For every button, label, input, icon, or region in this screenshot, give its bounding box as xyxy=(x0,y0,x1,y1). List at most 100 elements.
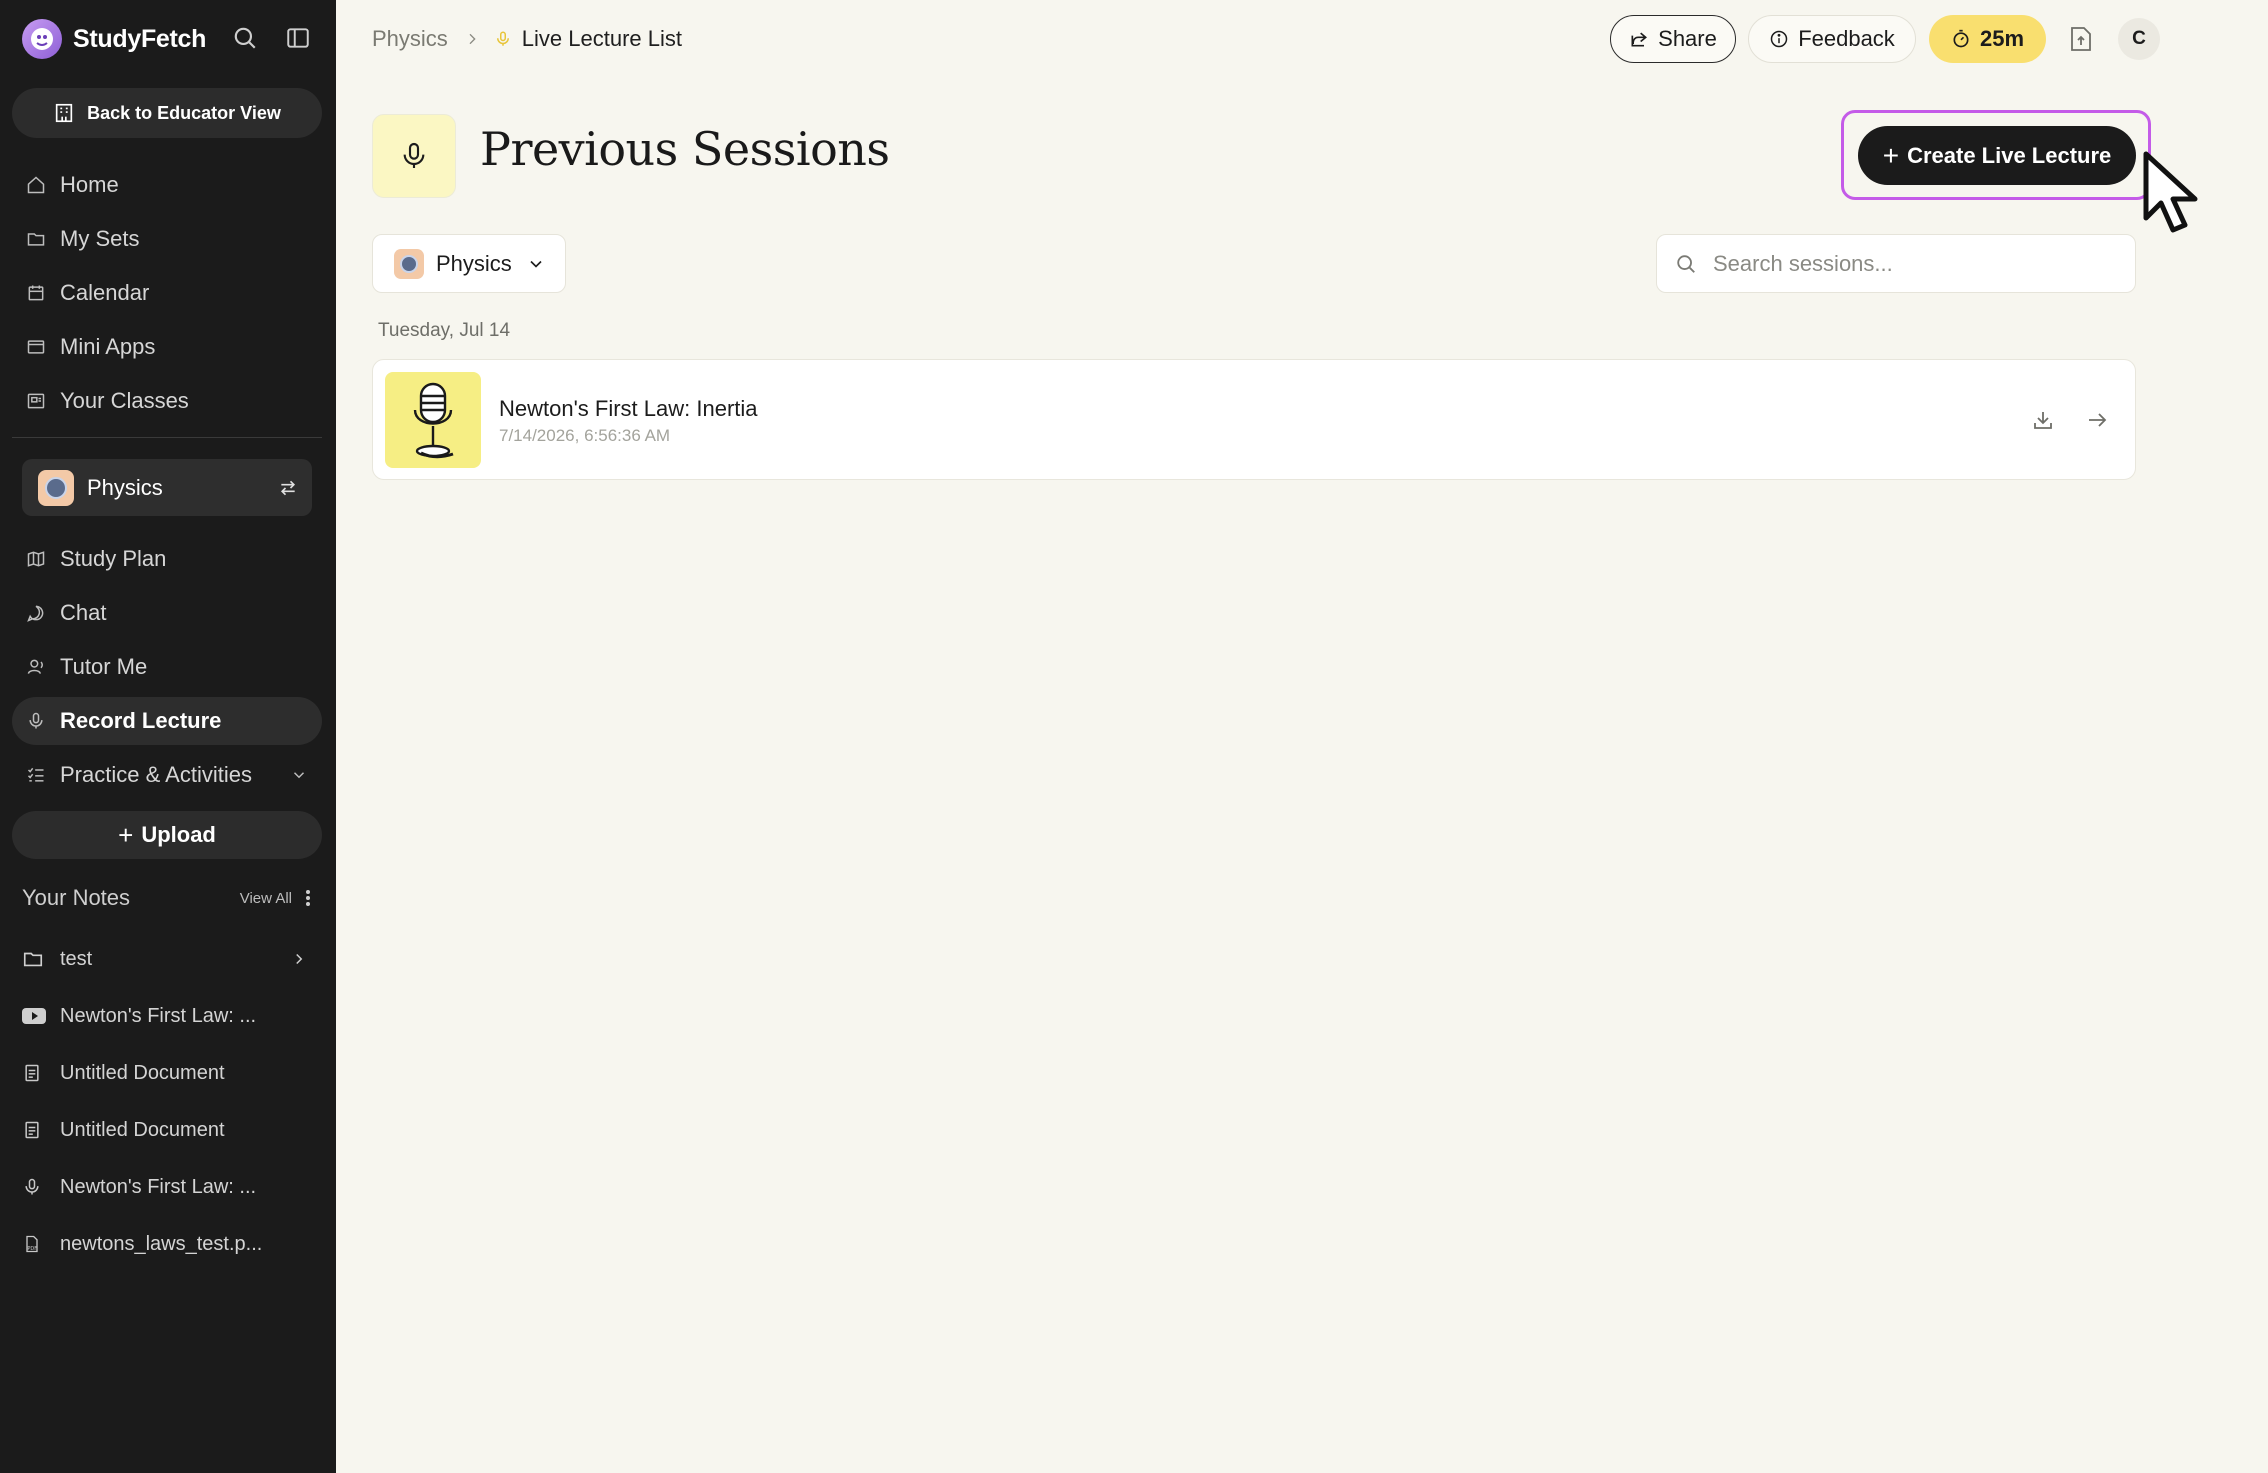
share-label: Share xyxy=(1658,26,1717,51)
note-folder-test[interactable]: test xyxy=(22,937,312,981)
map-icon xyxy=(24,547,48,571)
nav-item-chat[interactable]: Chat xyxy=(12,589,322,637)
chevron-right-icon[interactable] xyxy=(290,950,308,968)
note-item[interactable]: Untitled Document xyxy=(22,1108,312,1152)
plus-icon: + xyxy=(1882,139,1900,171)
classes-icon xyxy=(24,389,48,413)
note-item[interactable]: Untitled Document xyxy=(22,1051,312,1095)
sidebar-toggle-icon[interactable] xyxy=(282,22,314,54)
session-title: Newton's First Law: Inertia xyxy=(499,396,758,421)
note-item[interactable]: Newton's First Law: ... xyxy=(22,994,312,1038)
tutor-icon xyxy=(24,655,48,679)
microphone-thumbnail-icon xyxy=(385,372,481,468)
nav-item-my-sets[interactable]: My Sets xyxy=(12,215,322,263)
note-item[interactable]: Newton's First Law: ... xyxy=(22,1165,312,1209)
more-vertical-icon[interactable] xyxy=(304,888,312,908)
chat-icon xyxy=(24,601,48,625)
brand[interactable]: StudyFetch xyxy=(22,18,206,60)
nav-label: Calendar xyxy=(60,280,150,305)
note-item[interactable]: PDF newtons_laws_test.p... xyxy=(22,1222,312,1266)
nav-label: Mini Apps xyxy=(60,334,156,359)
folder-icon xyxy=(24,227,48,251)
session-card[interactable]: Newton's First Law: Inertia 7/14/2026, 6… xyxy=(372,359,2136,480)
mic-icon xyxy=(22,1175,48,1199)
page-title: Previous Sessions xyxy=(480,122,890,176)
nav-item-mini-apps[interactable]: Mini Apps xyxy=(12,323,322,371)
mic-icon xyxy=(494,28,512,50)
current-class-switcher[interactable]: Physics xyxy=(22,459,312,516)
user-avatar[interactable]: C xyxy=(2118,18,2160,60)
session-group-date: Tuesday, Jul 14 xyxy=(378,320,511,341)
nav-label: Chat xyxy=(60,600,107,625)
class-avatar xyxy=(394,248,424,279)
nav-item-practice-activities[interactable]: Practice & Activities xyxy=(12,751,322,799)
feedback-button[interactable]: Feedback xyxy=(1748,15,1916,63)
breadcrumb-current: Live Lecture List xyxy=(494,26,682,52)
download-icon[interactable] xyxy=(2027,404,2059,436)
document-icon xyxy=(22,1061,48,1085)
session-timestamp: 7/14/2026, 6:56:36 AM xyxy=(499,426,671,445)
note-label: test xyxy=(60,947,93,970)
class-filter-value: Physics xyxy=(436,250,512,276)
breadcrumb-current-label: Live Lecture List xyxy=(521,26,682,51)
chevron-down-icon xyxy=(526,254,546,274)
folder-icon xyxy=(22,947,48,971)
notes-view-all-link[interactable]: View All xyxy=(240,890,292,907)
share-button[interactable]: Share xyxy=(1610,15,1736,63)
note-label: Newton's First Law: ... xyxy=(60,1175,257,1198)
nav-item-tutor-me[interactable]: Tutor Me xyxy=(12,643,322,691)
nav-label: Study Plan xyxy=(60,546,167,571)
calendar-icon xyxy=(24,281,48,305)
educator-button-label: Back to Educator View xyxy=(87,102,281,123)
nav-label: Home xyxy=(60,172,119,197)
search-sessions-input[interactable] xyxy=(1711,249,2115,278)
search-icon[interactable] xyxy=(229,22,261,54)
nav-item-record-lecture[interactable]: Record Lecture xyxy=(12,697,322,745)
study-timer-button[interactable]: 25m xyxy=(1929,15,2046,63)
page-icon xyxy=(372,114,456,198)
search-sessions xyxy=(1656,234,2136,293)
mic-icon xyxy=(24,709,48,733)
nav-label: Practice & Activities xyxy=(60,762,252,787)
nav-item-your-classes[interactable]: Your Classes xyxy=(12,377,322,425)
chevron-down-icon[interactable] xyxy=(290,766,308,784)
search-icon xyxy=(1675,253,1697,275)
upload-button[interactable]: + Upload xyxy=(12,811,322,859)
sidebar: StudyFetch Back to Educator View Home My… xyxy=(0,0,336,1473)
create-live-lecture-label: Create Live Lecture xyxy=(1907,142,2112,168)
document-icon xyxy=(22,1118,48,1142)
create-live-lecture-button[interactable]: + Create Live Lecture xyxy=(1858,126,2136,185)
nav-label: My Sets xyxy=(60,226,140,251)
switch-arrows-icon[interactable] xyxy=(278,478,298,498)
note-label: newtons_laws_test.p... xyxy=(60,1232,263,1255)
brand-name: StudyFetch xyxy=(73,24,207,53)
export-file-icon[interactable] xyxy=(2066,23,2096,55)
upload-label: Upload xyxy=(141,822,216,847)
home-icon xyxy=(24,173,48,197)
nav-label: Record Lecture xyxy=(60,708,222,733)
back-to-educator-view-button[interactable]: Back to Educator View xyxy=(12,88,322,138)
pdf-icon: PDF xyxy=(22,1232,48,1256)
class-filter-dropdown[interactable]: Physics xyxy=(372,234,566,293)
window-icon xyxy=(24,335,48,359)
breadcrumb-parent-link[interactable]: Physics xyxy=(372,26,448,52)
arrow-right-icon[interactable] xyxy=(2081,404,2113,436)
chevron-right-icon xyxy=(464,30,480,48)
sidebar-divider xyxy=(12,437,322,438)
notes-header: Your Notes View All xyxy=(22,880,312,916)
class-avatar xyxy=(38,469,74,506)
nav-item-home[interactable]: Home xyxy=(12,161,322,209)
mic-icon xyxy=(398,138,430,174)
studyfetch-logo-icon xyxy=(22,19,62,59)
feedback-label: Feedback xyxy=(1798,26,1895,51)
timer-icon xyxy=(1951,29,1971,49)
nav-item-study-plan[interactable]: Study Plan xyxy=(12,535,322,583)
note-label: Untitled Document xyxy=(60,1118,225,1141)
share-icon xyxy=(1629,29,1649,49)
nav-item-calendar[interactable]: Calendar xyxy=(12,269,322,317)
timer-label: 25m xyxy=(1979,26,2025,51)
list-icon xyxy=(24,763,48,787)
breadcrumb: Physics Live Lecture List xyxy=(372,22,682,56)
info-icon xyxy=(1769,29,1789,49)
plus-icon: + xyxy=(118,819,134,850)
